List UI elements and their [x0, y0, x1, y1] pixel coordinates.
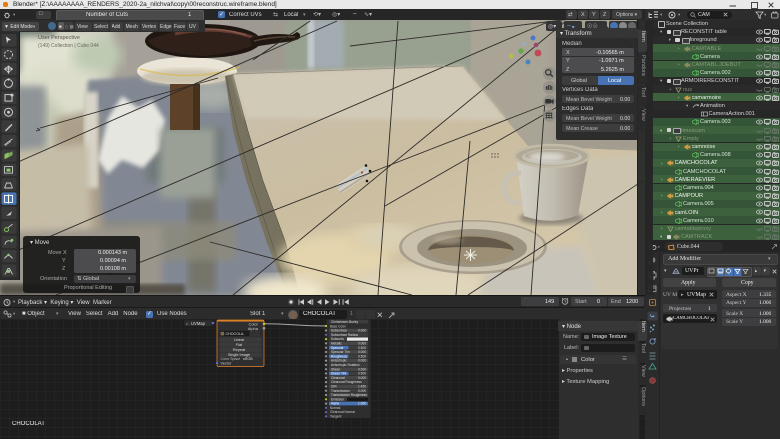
- svg-text:Alpha: Alpha: [248, 326, 259, 331]
- svg-text:sRGB: sRGB: [243, 357, 253, 361]
- svg-text:Christensen-Burley: Christensen-Burley: [331, 320, 359, 324]
- svg-text:Color Space: Color Space: [221, 357, 241, 361]
- svg-text:Repeat: Repeat: [233, 348, 246, 352]
- svg-text:Flat: Flat: [236, 343, 243, 347]
- svg-text:0.000: 0.000: [358, 329, 366, 333]
- svg-text:▸: ▸: [187, 322, 189, 326]
- svg-text:Tangent: Tangent: [330, 414, 341, 418]
- svg-text:UVMap: UVMap: [191, 321, 206, 326]
- svg-text:1.000: 1.000: [358, 402, 366, 406]
- svg-text:Linear: Linear: [234, 338, 245, 342]
- svg-text:CHOCOLA..: CHOCOLA..: [226, 332, 246, 336]
- svg-text:Vector: Vector: [221, 362, 232, 366]
